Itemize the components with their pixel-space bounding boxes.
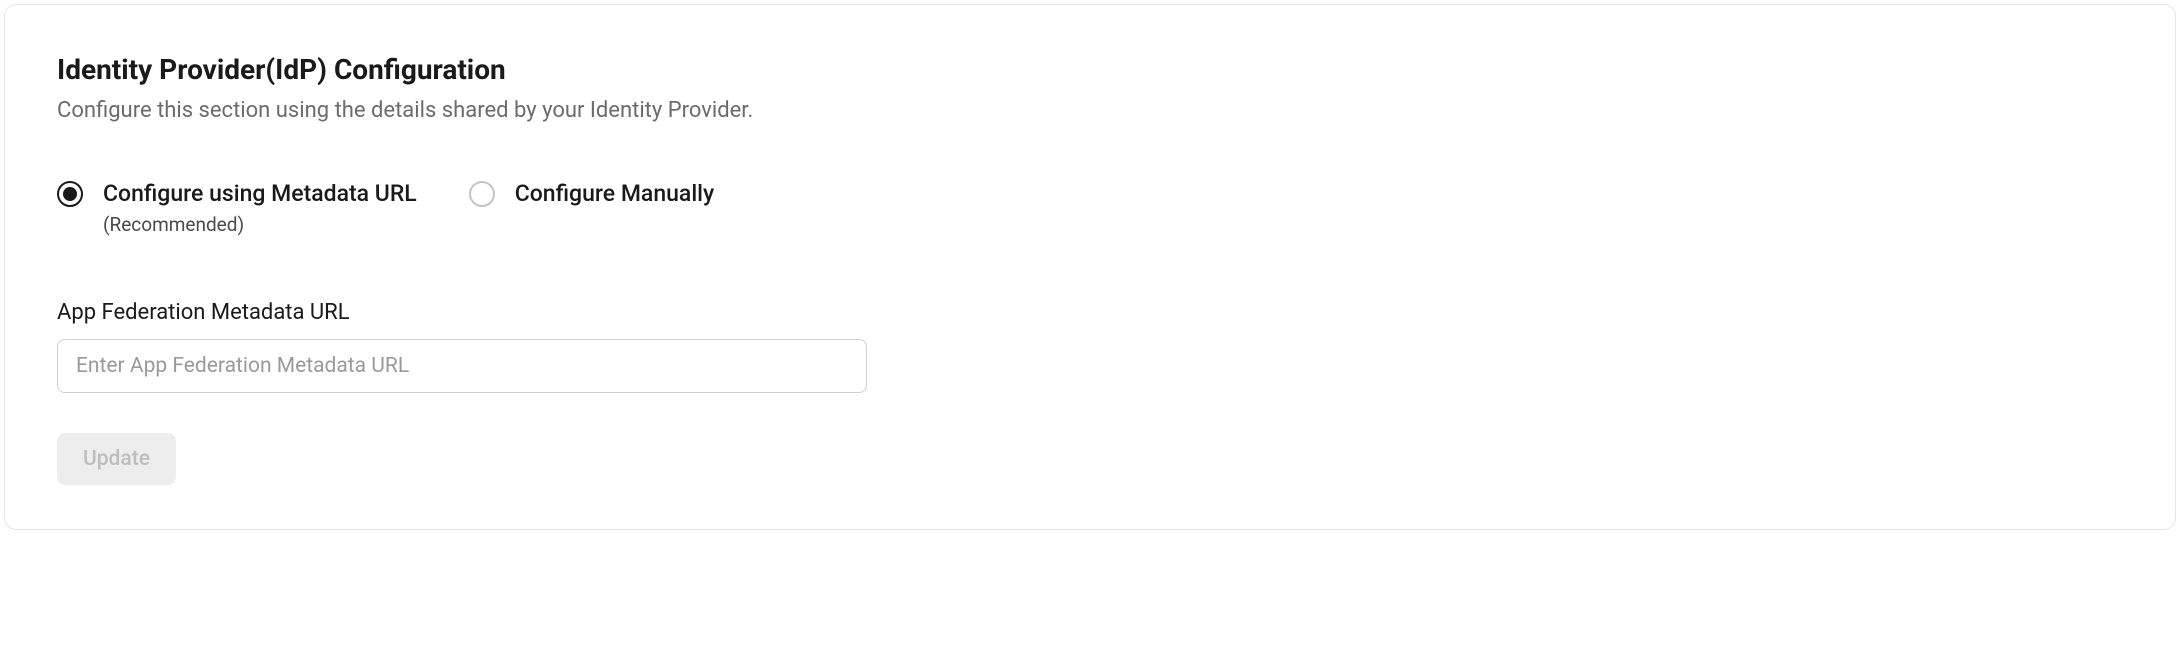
metadata-url-input[interactable] <box>57 339 867 393</box>
radio-label: Configure Manually <box>515 179 715 209</box>
radio-icon-selected <box>57 181 83 207</box>
radio-labels: Configure using Metadata URL (Recommende… <box>103 179 417 236</box>
update-button[interactable]: Update <box>57 433 176 485</box>
radio-sublabel: (Recommended) <box>103 213 417 236</box>
radio-dot-icon <box>63 187 77 201</box>
config-method-radio-group: Configure using Metadata URL (Recommende… <box>57 179 2123 236</box>
metadata-url-label: App Federation Metadata URL <box>57 300 2123 325</box>
radio-option-metadata-url[interactable]: Configure using Metadata URL (Recommende… <box>57 179 417 236</box>
radio-option-manual[interactable]: Configure Manually <box>469 179 715 236</box>
radio-label: Configure using Metadata URL <box>103 179 417 209</box>
section-subtitle: Configure this section using the details… <box>57 98 2123 123</box>
radio-icon-unselected <box>469 181 495 207</box>
radio-labels: Configure Manually <box>515 179 715 209</box>
idp-config-card: Identity Provider(IdP) Configuration Con… <box>4 4 2176 530</box>
section-title: Identity Provider(IdP) Configuration <box>57 53 2123 86</box>
